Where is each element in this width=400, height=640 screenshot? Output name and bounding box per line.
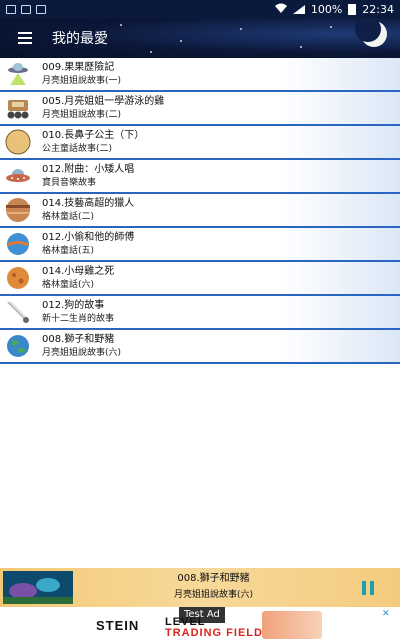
list-item[interactable]: 009.果果歷險記 月亮姐姐說故事(一) [0,58,400,92]
ad-banner[interactable]: Test Ad STEIN LEVEL TRADING FIELD ✕ [0,607,400,640]
item-subtitle: 寶貝音樂故事 [42,177,97,188]
battery-text: 100% [310,2,343,16]
now-playing-title: 008.獅子和野豬 [177,573,250,584]
list-item[interactable]: 012.附曲：小矮人唱 寶貝音樂故事 [0,160,400,194]
item-title: 012.附曲：小矮人唱 [42,163,135,175]
item-subtitle: 格林童話(五) [42,245,95,256]
neptune-icon [2,228,34,260]
signal-icon [292,4,305,14]
item-subtitle: 月亮姐姐說故事(一) [42,75,122,86]
crescent-moon-icon [352,18,392,54]
pause-button[interactable] [354,574,382,602]
ad-headline-2: TRADING FIELD [165,627,263,639]
earth-icon [2,330,34,362]
ufo-icon [2,58,34,90]
jupiter-icon [2,194,34,226]
ad-close-icon[interactable]: ✕ [382,609,392,619]
list-item[interactable]: 005.月亮姐姐一學游泳的雞 月亮姐姐說故事(二) [0,92,400,126]
item-title: 005.月亮姐姐一學游泳的雞 [42,95,165,107]
favorites-list: 009.果果歷險記 月亮姐姐說故事(一) 005.月亮姐姐一學游泳的雞 月亮姐姐… [0,58,400,364]
ad-brand: STEIN [96,618,140,633]
item-subtitle: 新十二生肖的故事 [42,313,115,324]
item-title: 012.小偷和他的師傅 [42,231,135,243]
wifi-icon [274,3,287,16]
list-item[interactable]: 008.獅子和野豬 月亮姐姐說故事(六) [0,330,400,364]
item-subtitle: 公主童話故事(二) [42,143,113,154]
item-title: 010.長鼻子公主（下） [42,129,145,141]
list-item[interactable]: 014.技藝高超的獵人 格林童話(二) [0,194,400,228]
item-title: 009.果果歷險記 [42,61,115,73]
clock: 22:34 [362,2,394,16]
item-subtitle: 格林童話(六) [42,279,95,290]
album-art [3,571,73,604]
flying-saucer-icon [2,160,34,192]
item-title: 008.獅子和野豬 [42,333,115,345]
gallery-icon [6,4,16,14]
status-bar: 100% 22:34 [0,0,400,18]
download-icon [36,4,46,14]
item-title: 014.小母雞之死 [42,265,115,277]
battery-icon [348,3,357,15]
moon-planet-icon [2,126,34,158]
item-title: 012.狗的故事 [42,299,105,311]
item-subtitle: 格林童話(二) [42,211,95,222]
ad-image [262,611,322,639]
mars-icon [2,262,34,294]
item-subtitle: 月亮姐姐說故事(二) [42,109,122,120]
rover-icon [2,92,34,124]
app-bar: 我的最愛 [0,18,400,58]
item-subtitle: 月亮姐姐說故事(六) [42,347,122,358]
list-item[interactable]: 010.長鼻子公主（下） 公主童話故事(二) [0,126,400,160]
page-title: 我的最愛 [52,31,108,47]
item-title: 014.技藝高超的獵人 [42,197,135,209]
list-item[interactable]: 012.小偷和他的師傅 格林童話(五) [0,228,400,262]
now-playing-bar[interactable]: 008.獅子和野豬 月亮姐姐說故事(六) [0,568,400,607]
list-item[interactable]: 014.小母雞之死 格林童話(六) [0,262,400,296]
pause-icon [362,580,366,595]
notification-icon [21,4,31,14]
list-item[interactable]: 012.狗的故事 新十二生肖的故事 [0,296,400,330]
hamburger-icon [18,32,32,34]
comet-icon [2,296,34,328]
menu-button[interactable] [0,18,50,58]
now-playing-subtitle: 月亮姐姐說故事(六) [173,590,254,600]
